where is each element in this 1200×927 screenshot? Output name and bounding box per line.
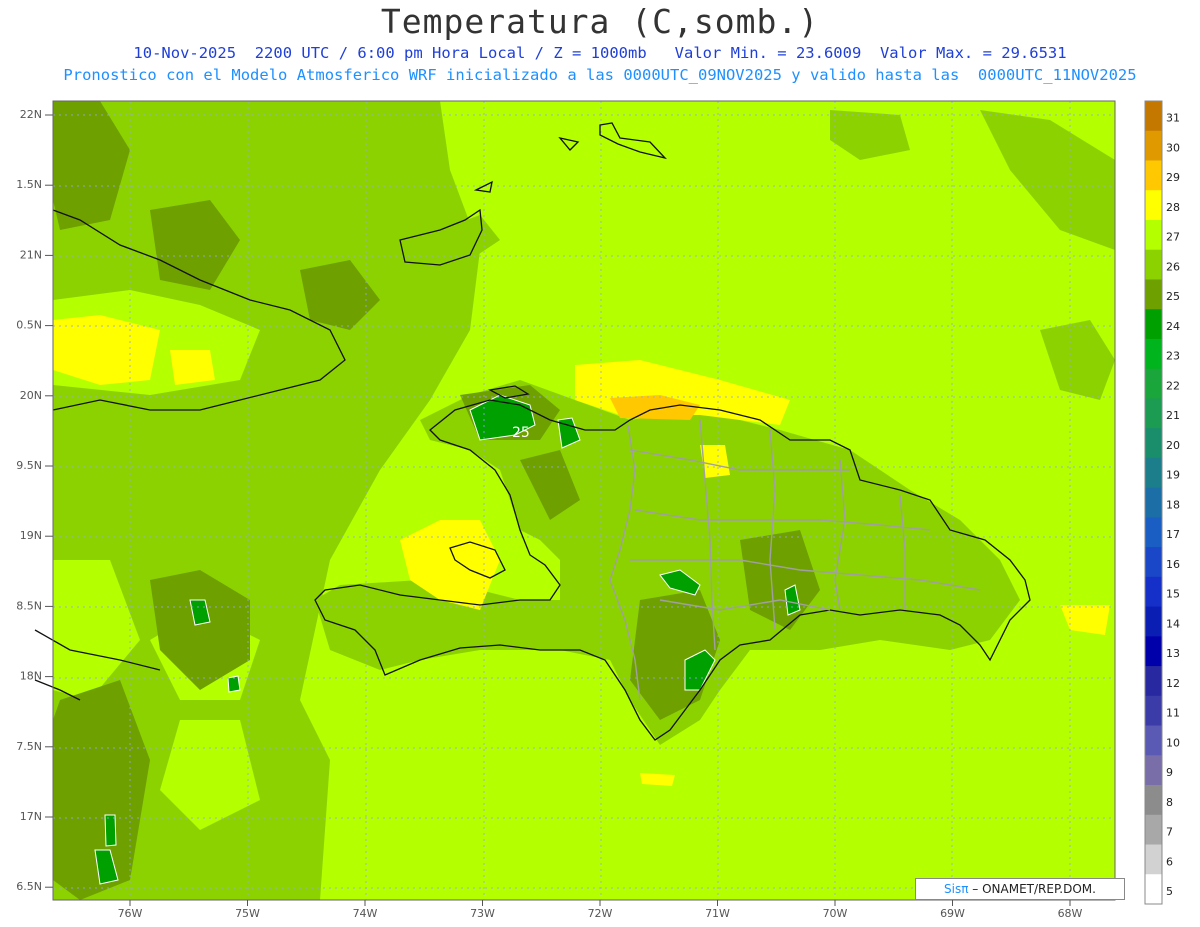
contour-label: 25	[512, 425, 530, 441]
latitude-labels: 22N 1.5N 21N 0.5N 20N 9.5N 19N 8.5N 18N 7.5N 17N 6.…	[16, 108, 53, 893]
colorbar-label: 6	[1166, 855, 1173, 868]
colorbar-label: 29	[1166, 171, 1180, 184]
colorbar-label: 14	[1166, 617, 1180, 630]
lon-label: 69W	[940, 907, 965, 920]
lat-label: 0.5N	[16, 319, 42, 332]
colorbar-label: 15	[1166, 588, 1180, 601]
colorbar-swatch	[1145, 695, 1162, 727]
colorbar-swatch	[1145, 547, 1162, 578]
colorbar-label: 19	[1166, 469, 1180, 482]
colorbar-swatch	[1145, 755, 1162, 786]
colorbar-label: 31	[1166, 112, 1180, 125]
colorbar-swatch	[1145, 844, 1162, 875]
colorbar-label: 16	[1166, 558, 1180, 571]
lat-label: 9.5N	[16, 459, 42, 472]
lat-label: 8.5N	[16, 599, 42, 612]
colorbar-label: 18	[1166, 498, 1180, 511]
colorbar-swatch	[1145, 398, 1162, 429]
colorbar-swatch	[1145, 814, 1162, 846]
colorbar-swatch	[1145, 368, 1162, 399]
longitude-labels: 76W 75W 74W 73W 72W 71W 70W 69W 68W	[118, 900, 1083, 920]
colorbar-label: 24	[1166, 320, 1180, 333]
colorbar-label: 11	[1166, 707, 1180, 720]
colorbar-swatch	[1145, 487, 1162, 518]
colorbar-swatch	[1145, 576, 1162, 608]
colorbar-label: 21	[1166, 409, 1180, 422]
lon-label: 71W	[705, 907, 730, 920]
colorbar-swatch	[1145, 874, 1162, 905]
colorbar-label: 5	[1166, 885, 1173, 898]
colorbar-label: 30	[1166, 141, 1180, 154]
colorbar-label: 9	[1166, 766, 1173, 779]
colorbar-label: 23	[1166, 350, 1180, 363]
colorbar-label: 20	[1166, 439, 1180, 452]
colorbar-swatch	[1145, 725, 1162, 756]
lat-label: 18N	[20, 670, 42, 683]
lon-label: 72W	[588, 907, 613, 920]
lat-label: 7.5N	[16, 740, 42, 753]
colorbar-swatch	[1145, 101, 1162, 132]
temperature-map: 25 22N 1.5N 21N 0.5N 20N 9.5N 19N 8.5N 18N 7.5N 17…	[16, 100, 1180, 920]
colorbar-swatch	[1145, 785, 1162, 816]
credit-box: Sisπ – ONAMET/REP.DOM.	[915, 878, 1125, 900]
colorbar-label: 25	[1166, 290, 1180, 303]
colorbar-swatch	[1145, 636, 1162, 667]
colorbar-label: 28	[1166, 201, 1180, 214]
colorbar-label: 22	[1166, 379, 1180, 392]
colorbar: 31 30 29 28 27 26 25 24 23 22 21 20 19 18 17 16 15 14 13 12…	[1144, 100, 1180, 905]
lat-label: 6.5N	[16, 880, 42, 893]
colorbar-label: 26	[1166, 260, 1180, 273]
lat-label: 17N	[20, 810, 42, 823]
credit-text: – ONAMET/REP.DOM.	[968, 882, 1096, 896]
colorbar-swatch	[1145, 309, 1162, 340]
colorbar-label: 10	[1166, 736, 1180, 749]
colorbar-swatch	[1145, 606, 1162, 637]
lon-label: 76W	[118, 907, 143, 920]
colorbar-swatch	[1145, 130, 1162, 161]
colorbar-swatch	[1145, 517, 1162, 548]
lat-label: 20N	[20, 389, 42, 402]
lat-label: 22N	[20, 108, 42, 121]
lon-label: 68W	[1058, 907, 1083, 920]
colorbar-swatch	[1145, 666, 1162, 697]
colorbar-label: 17	[1166, 528, 1180, 541]
lon-label: 73W	[470, 907, 495, 920]
colorbar-swatch	[1145, 428, 1162, 459]
colorbar-label: 27	[1166, 231, 1180, 244]
colorbar-swatch	[1145, 219, 1162, 251]
lon-label: 75W	[235, 907, 260, 920]
colorbar-label: 12	[1166, 677, 1180, 690]
lon-label: 74W	[353, 907, 378, 920]
colorbar-swatch	[1145, 190, 1162, 221]
lon-label: 70W	[823, 907, 848, 920]
colorbar-swatch	[1145, 279, 1162, 310]
colorbar-label: 8	[1166, 796, 1173, 809]
colorbar-swatch	[1145, 249, 1162, 280]
lat-label: 1.5N	[16, 178, 42, 191]
lat-label: 19N	[20, 529, 42, 542]
colorbar-swatch	[1145, 338, 1162, 370]
colorbar-label: 13	[1166, 647, 1180, 660]
colorbar-swatch	[1145, 457, 1162, 489]
colorbar-label: 7	[1166, 826, 1173, 839]
sis-logo-text: Sisπ	[944, 882, 969, 896]
lat-label: 21N	[20, 248, 42, 261]
colorbar-swatch	[1145, 160, 1162, 191]
